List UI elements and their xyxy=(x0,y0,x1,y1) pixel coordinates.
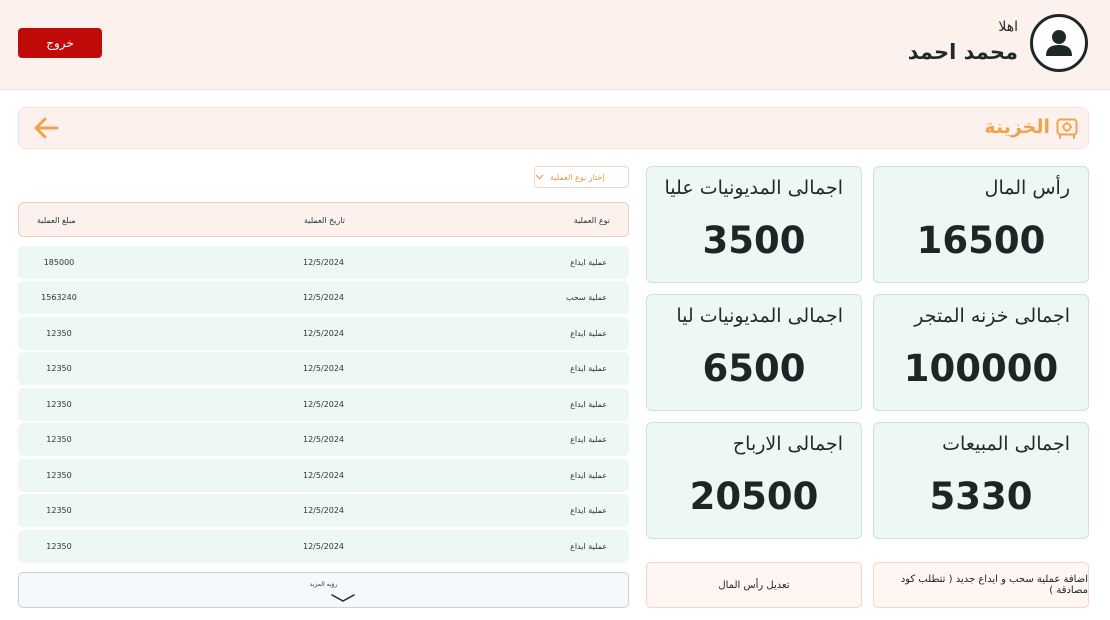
cell-date: 12/5/2024 xyxy=(303,435,345,444)
cell-amount: 12350 xyxy=(46,435,72,444)
cell-type: عملية ايداع xyxy=(570,364,607,373)
cell-amount: 12350 xyxy=(46,471,72,480)
cell-type: عملية ايداع xyxy=(570,471,607,480)
cell-amount: 1563240 xyxy=(41,293,77,302)
cell-type: عملية ايداع xyxy=(570,400,607,409)
user-avatar-icon[interactable] xyxy=(1030,14,1088,72)
table-row[interactable]: عملية ايداع 12/5/2024 12350 xyxy=(18,494,629,527)
stat-label: اجمالى الارباح xyxy=(732,433,843,455)
username-text: محمد احمد xyxy=(907,40,1018,64)
cell-amount: 12350 xyxy=(46,506,72,515)
table-row[interactable]: عملية ايداع 12/5/2024 185000 xyxy=(18,246,629,279)
cell-type: عملية ايداع xyxy=(570,435,607,444)
cell-date: 12/5/2024 xyxy=(303,400,345,409)
cell-date: 12/5/2024 xyxy=(303,293,345,302)
cell-type: عملية ايداع xyxy=(570,542,607,551)
stat-card-profits: اجمالى الارباح 20500 xyxy=(646,422,862,539)
cell-date: 12/5/2024 xyxy=(303,364,345,373)
column-header-type: نوع العملية xyxy=(573,216,610,225)
cell-amount: 12350 xyxy=(46,364,72,373)
greeting-text: اهلا xyxy=(998,19,1018,35)
stat-label: اجمالى المديونيات عليا xyxy=(664,177,843,199)
cell-amount: 185000 xyxy=(43,258,75,267)
stat-label: رأس المال xyxy=(984,177,1070,199)
add-operation-button[interactable]: اضافة عملية سحب و ايداع جديد ( تتطلب كود… xyxy=(873,562,1089,608)
operation-type-select-label: إختار نوع العملية xyxy=(550,172,605,182)
cell-amount: 12350 xyxy=(46,542,72,551)
table-row[interactable]: عملية ايداع 12/5/2024 12350 xyxy=(18,423,629,456)
app-header: خروج اهلا محمد احمد xyxy=(0,0,1110,90)
page-title: الخزينة xyxy=(984,116,1050,138)
stat-card-capital: رأس المال 16500 xyxy=(873,166,1089,283)
cell-amount: 12350 xyxy=(46,400,72,409)
stat-value: 3500 xyxy=(702,219,806,262)
stat-label: اجمالى المديونيات ليا xyxy=(676,305,843,327)
cell-type: عملية سحب xyxy=(565,293,607,302)
table-row[interactable]: عملية ايداع 12/5/2024 12350 xyxy=(18,317,629,350)
safe-icon xyxy=(1056,118,1078,139)
stat-value: 6500 xyxy=(702,347,806,390)
operation-type-select[interactable]: إختار نوع العملية xyxy=(534,166,629,188)
stat-label: اجمالى خزنه المتجر xyxy=(914,305,1070,327)
cell-amount: 12350 xyxy=(46,329,72,338)
stat-card-debts-to-me: اجمالى المديونيات ليا 6500 xyxy=(646,294,862,411)
cell-type: عملية ايداع xyxy=(570,329,607,338)
table-header: نوع العملية تاريخ العملية مبلغ العملية xyxy=(18,202,629,237)
cell-date: 12/5/2024 xyxy=(303,542,345,551)
logout-button[interactable]: خروج xyxy=(18,28,102,58)
stat-value: 5330 xyxy=(929,475,1033,518)
table-row[interactable]: عملية ايداع 12/5/2024 12350 xyxy=(18,530,629,563)
view-more-label: رؤيه المزيد xyxy=(309,581,338,588)
column-header-date: تاريخ العملية xyxy=(304,216,345,225)
chevron-down-icon xyxy=(535,174,544,180)
column-header-amount: مبلغ العملية xyxy=(37,216,76,225)
table-row[interactable]: عملية ايداع 12/5/2024 12350 xyxy=(18,352,629,385)
table-row[interactable]: عملية سحب 12/5/2024 1563240 xyxy=(18,281,629,314)
page-title-bar: الخزينة xyxy=(18,107,1089,149)
chevron-down-icon xyxy=(331,594,355,602)
stat-value: 16500 xyxy=(916,219,1046,262)
view-more-button[interactable]: رؤيه المزيد xyxy=(18,572,629,608)
stat-card-sales: اجمالى المبيعات 5330 xyxy=(873,422,1089,539)
stat-card-store-treasury: اجمالى خزنه المتجر 100000 xyxy=(873,294,1089,411)
table-row[interactable]: عملية ايداع 12/5/2024 12350 xyxy=(18,388,629,421)
cell-type: عملية ايداع xyxy=(570,258,607,267)
cell-date: 12/5/2024 xyxy=(303,506,345,515)
stat-value: 20500 xyxy=(689,475,819,518)
cell-type: عملية ايداع xyxy=(570,506,607,515)
cell-date: 12/5/2024 xyxy=(303,258,345,267)
stat-card-debts-on-me: اجمالى المديونيات عليا 3500 xyxy=(646,166,862,283)
stat-label: اجمالى المبيعات xyxy=(942,433,1070,455)
cell-date: 12/5/2024 xyxy=(303,329,345,338)
cell-date: 12/5/2024 xyxy=(303,471,345,480)
stat-value: 100000 xyxy=(903,347,1059,390)
arrow-left-icon[interactable] xyxy=(33,116,59,140)
table-row[interactable]: عملية ايداع 12/5/2024 12350 xyxy=(18,459,629,492)
edit-capital-button[interactable]: تعديل رأس المال xyxy=(646,562,862,608)
